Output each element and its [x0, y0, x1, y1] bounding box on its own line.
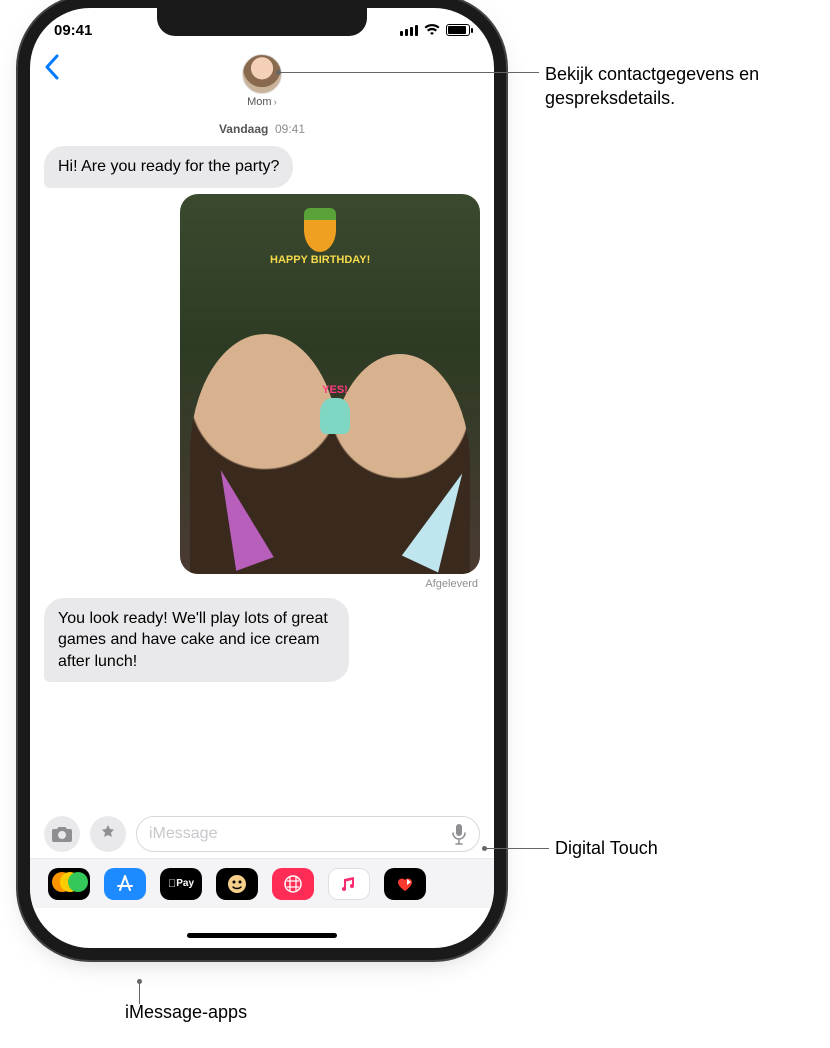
sent-photo-message[interactable]: HAPPY BIRTHDAY! YES! [180, 194, 480, 574]
incoming-message[interactable]: You look ready! We'll play lots of great… [44, 598, 349, 683]
delivery-status: Afgeleverd [44, 578, 478, 590]
phone-frame: 09:41 Mom › Vandaag 09:41 [30, 8, 494, 948]
callout-text: iMessage-apps [125, 1002, 247, 1022]
status-indicators [400, 24, 470, 36]
timestamp-time: 09:41 [275, 122, 305, 136]
timestamp: Vandaag 09:41 [44, 122, 480, 136]
chevron-right-icon: › [274, 97, 277, 108]
message-input[interactable]: iMessage [136, 816, 480, 852]
input-placeholder: iMessage [149, 825, 217, 843]
callout-contact-details: Bekijk contactgegevens en gespreksdetail… [545, 62, 805, 111]
happy-birthday-sticker: HAPPY BIRTHDAY! [270, 208, 370, 266]
cellular-signal-icon [400, 25, 418, 36]
callout-text: Digital Touch [555, 838, 658, 858]
home-indicator[interactable] [187, 933, 337, 938]
animoji-icon[interactable] [216, 868, 258, 900]
back-button[interactable] [44, 54, 60, 87]
contact-details-button[interactable]: Mom › [242, 54, 282, 108]
status-time: 09:41 [54, 22, 92, 39]
callout-imessage-apps: iMessage-apps [125, 1000, 247, 1024]
timestamp-day: Vandaag [219, 122, 268, 136]
contact-name-label: Mom [247, 96, 271, 108]
digital-touch-icon[interactable] [384, 868, 426, 900]
yes-llama-sticker: YES! [320, 384, 350, 434]
incoming-message[interactable]: Hi! Are you ready for the party? [44, 146, 293, 188]
wifi-icon [424, 24, 440, 36]
hashtag-images-icon[interactable] [272, 868, 314, 900]
conversation-header: Mom › [30, 52, 494, 110]
callout-text: Bekijk contactgegevens en gespreksdetail… [545, 64, 759, 108]
callout-digital-touch: Digital Touch [555, 836, 658, 860]
app-drawer-button[interactable] [90, 816, 126, 852]
apple-pay-label: Pay [176, 878, 194, 889]
imessage-app-drawer: Pay [30, 858, 494, 908]
photos-app-icon[interactable] [48, 868, 90, 900]
app-store-icon[interactable] [104, 868, 146, 900]
apple-pay-icon[interactable]: Pay [160, 868, 202, 900]
battery-icon [446, 24, 470, 36]
conversation-body: Vandaag 09:41 Hi! Are you ready for the … [30, 116, 494, 808]
camera-button[interactable] [44, 816, 80, 852]
compose-bar: iMessage [30, 816, 494, 852]
apple-music-icon[interactable] [328, 868, 370, 900]
device-notch [157, 8, 367, 36]
dictation-icon[interactable] [451, 823, 467, 845]
